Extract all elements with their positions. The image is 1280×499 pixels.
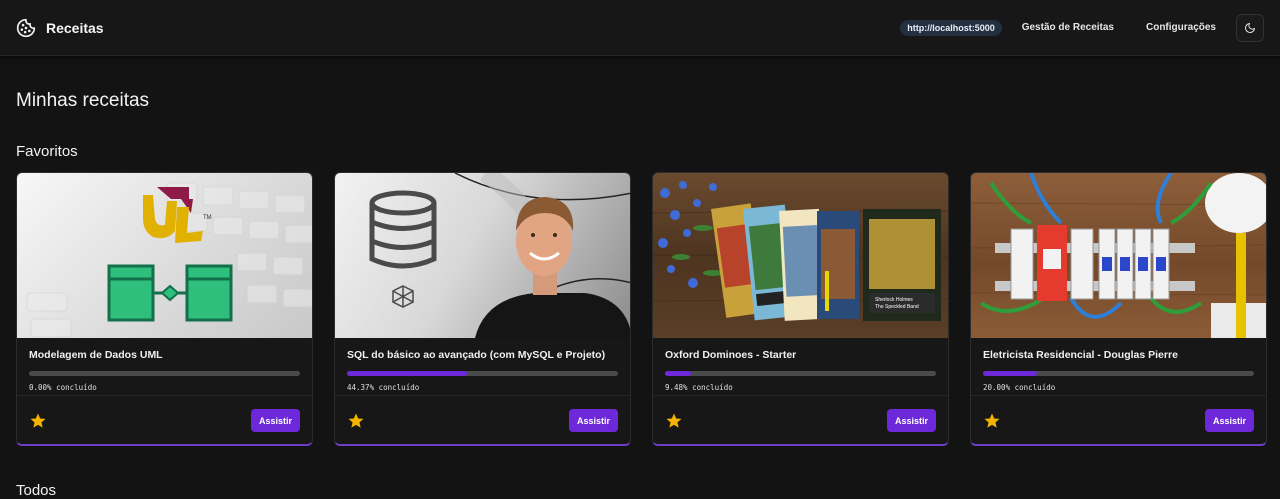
url-badge: http://localhost:5000 [900, 19, 1002, 36]
star-icon[interactable] [983, 412, 1001, 430]
card-title: SQL do básico ao avançado (com MySQL e P… [347, 349, 606, 361]
recipe-card: SQL do básico ao avançado (com MySQL e P… [334, 172, 631, 446]
navbar: Receitas http://localhost:5000 Gestão de… [0, 0, 1280, 56]
progress-text: 9.48% concluído [665, 383, 733, 392]
theme-toggle-button[interactable] [1236, 13, 1264, 42]
progress-fill [983, 371, 1038, 376]
progress-bar [29, 371, 300, 376]
recipe-card: Sherlock Holmes The Speckled Band Oxford… [652, 172, 949, 446]
assistir-button[interactable]: Assistir [250, 409, 300, 432]
svg-text:Sherlock Holmes: Sherlock Holmes [875, 297, 913, 303]
brand[interactable]: Receitas [16, 18, 104, 38]
card-title: Modelagem de Dados UML [29, 349, 163, 361]
progress-fill [665, 371, 691, 376]
card-footer: Assistir [17, 395, 312, 444]
card-title: Oxford Dominoes - Starter [665, 349, 797, 361]
star-icon[interactable] [347, 412, 365, 430]
progress-bar [347, 371, 618, 376]
svg-text:The Speckled Band: The Speckled Band [875, 304, 919, 310]
progress-bar [983, 371, 1254, 376]
progress-fill [347, 371, 468, 376]
section-title-todos: Todos [16, 482, 57, 499]
progress-bar [665, 371, 936, 376]
nav-link-gestao[interactable]: Gestão de Receitas [1022, 22, 1114, 33]
card-footer: Assistir [335, 395, 630, 444]
thumbnail-uml[interactable]: TM [17, 173, 312, 338]
assistir-button[interactable]: Assistir [1204, 409, 1254, 432]
svg-text:TM: TM [203, 215, 212, 221]
favorites-grid: TM Modelagem de Dados UML 0.00% concluíd… [16, 172, 1267, 446]
section-title-favoritos: Favoritos [16, 143, 78, 160]
card-footer: Assistir [653, 395, 948, 444]
thumbnail-sql[interactable] [335, 173, 630, 338]
cookie-icon [16, 18, 36, 38]
moon-icon [1245, 22, 1255, 33]
card-footer: Assistir [971, 395, 1266, 444]
star-icon[interactable] [29, 412, 47, 430]
page-title: Minhas receitas [16, 90, 150, 111]
assistir-button[interactable]: Assistir [886, 409, 936, 432]
brand-name: Receitas [46, 19, 104, 36]
recipe-card: TM Modelagem de Dados UML 0.00% concluíd… [16, 172, 313, 446]
progress-text: 20.00% concluído [983, 383, 1056, 392]
card-title: Eletricista Residencial - Douglas Pierre [983, 349, 1178, 361]
nav-right: http://localhost:5000 Gestão de Receitas… [900, 13, 1264, 42]
nav-link-configuracoes[interactable]: Configurações [1146, 22, 1216, 33]
recipe-card: Eletricista Residencial - Douglas Pierre… [970, 172, 1267, 446]
assistir-button[interactable]: Assistir [568, 409, 618, 432]
thumbnail-eletricista[interactable] [971, 173, 1266, 338]
progress-text: 44.37% concluído [347, 383, 420, 392]
star-icon[interactable] [665, 412, 683, 430]
progress-text: 0.00% concluído [29, 383, 97, 392]
thumbnail-oxford[interactable]: Sherlock Holmes The Speckled Band [653, 173, 948, 338]
